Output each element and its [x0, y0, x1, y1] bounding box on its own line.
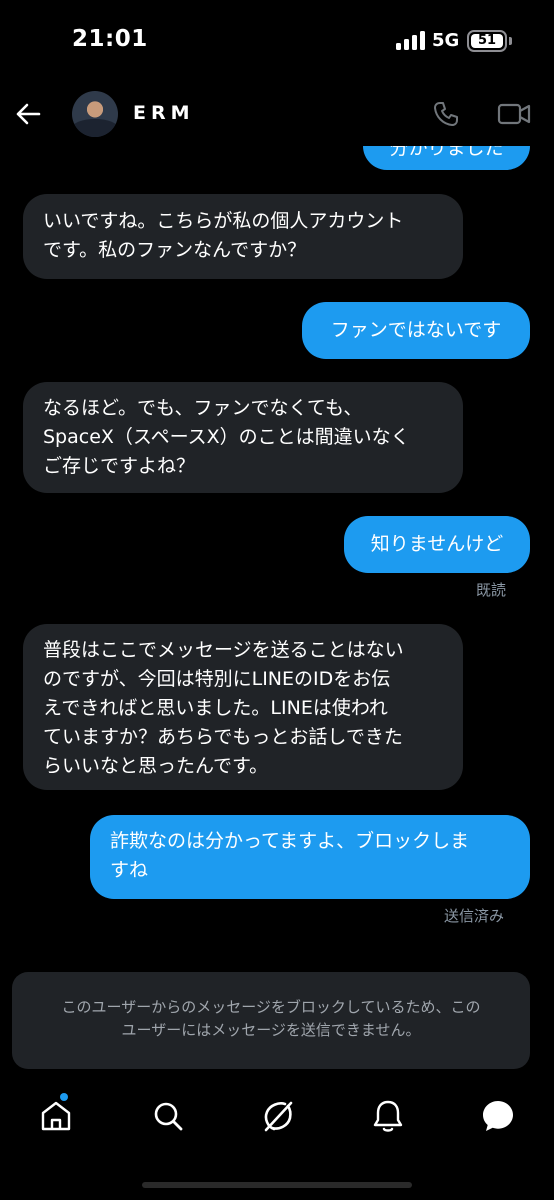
blocked-notice-line: ユーザーにはメッセージを送信できません。	[121, 1021, 421, 1039]
message-line: ていますか？あちらでもっとお話しできた	[43, 726, 403, 748]
status-bar: 21:01 5G 51	[0, 0, 554, 82]
contact-name[interactable]: ERM	[133, 102, 195, 124]
read-receipt: 既読	[476, 581, 507, 599]
arrow-left-icon[interactable]	[14, 100, 42, 128]
message-line: です。私のファンなんですか？	[43, 239, 307, 261]
message-bubble-incoming[interactable]: いいですね。こちらが私の個人アカウント です。私のファンなんですか？	[23, 194, 463, 279]
grok-icon[interactable]	[260, 1098, 296, 1134]
blocked-notice: このユーザーからのメッセージをブロックしているため、この ユーザーにはメッセージ…	[12, 972, 530, 1069]
message-line: らいいなと思ったんです。	[43, 755, 269, 777]
avatar[interactable]	[72, 91, 118, 137]
phone-icon[interactable]	[432, 100, 460, 128]
chat-header: ERM	[0, 82, 554, 146]
home-icon[interactable]	[38, 1098, 74, 1134]
video-camera-icon[interactable]	[497, 100, 531, 128]
messages-icon[interactable]	[480, 1098, 516, 1134]
message-line: なるほど。でも、ファンでなくても、	[43, 397, 363, 419]
battery-level: 51	[471, 34, 503, 48]
message-line: いいですね。こちらが私の個人アカウント	[43, 210, 404, 232]
message-bubble-incoming[interactable]: 普段はここでメッセージを送ることはない のですが、今回は特別にLINEのIDをお…	[23, 624, 463, 790]
message-bubble-outgoing[interactable]: 知りませんけど	[344, 516, 530, 573]
battery-icon: 51	[467, 30, 507, 52]
message-bubble-outgoing[interactable]: 詐欺なのは分かってますよ、ブロックしま すね	[90, 815, 530, 899]
message-line: のですが、今回は特別にLINEのIDをお伝	[43, 668, 391, 690]
signal-icon	[396, 31, 426, 50]
message-line: えできればと思いました。LINEは使われ	[43, 697, 388, 719]
message-text: 知りませんけど	[370, 533, 504, 555]
message-line: ご存じですよね？	[43, 455, 196, 477]
network-type: 5G	[432, 30, 460, 51]
blocked-notice-line: このユーザーからのメッセージをブロックしているため、この	[61, 998, 481, 1016]
message-line: すね	[110, 859, 149, 881]
message-line: SpaceX（スペースX）のことは間違いなく	[43, 426, 410, 448]
bell-icon[interactable]	[370, 1098, 406, 1134]
message-bubble-incoming[interactable]: なるほど。でも、ファンでなくても、 SpaceX（スペースX）のことは間違いなく…	[23, 382, 463, 493]
home-indicator	[142, 1182, 412, 1188]
status-time: 21:01	[72, 26, 148, 52]
message-text: ファンではないです	[330, 319, 502, 341]
message-bubble-outgoing[interactable]: ファンではないです	[302, 302, 530, 359]
sent-receipt: 送信済み	[444, 907, 505, 925]
bottom-nav	[0, 1090, 554, 1150]
message-line: 詐欺なのは分かってますよ、ブロックしま	[110, 830, 470, 852]
battery-cap	[509, 37, 512, 45]
notification-dot	[60, 1093, 68, 1101]
message-line: 普段はここでメッセージを送ることはない	[43, 639, 404, 661]
search-icon[interactable]	[150, 1098, 186, 1134]
chat-screen: 21:01 5G 51 ERM 分かりました いいですね。こちらが私の個人アカウ…	[0, 0, 554, 1200]
